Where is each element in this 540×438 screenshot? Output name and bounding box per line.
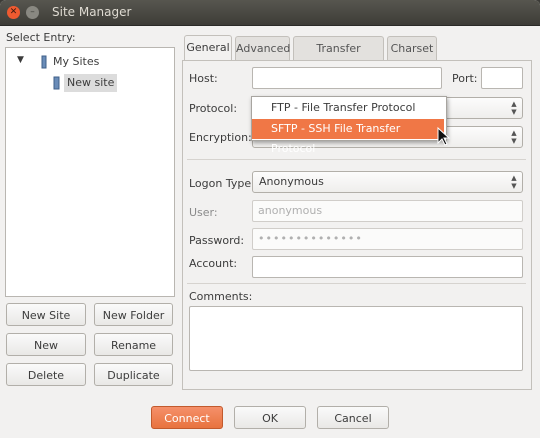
port-label: Port: — [452, 72, 478, 85]
duplicate-button[interactable]: Duplicate — [94, 363, 173, 386]
tab-advanced[interactable]: Advanced — [235, 36, 290, 60]
spin-arrows-icon: ▲ ▼ — [511, 129, 517, 145]
protocol-option-ftp[interactable]: FTP - File Transfer Protocol — [252, 98, 444, 118]
encryption-label: Encryption: — [189, 131, 252, 144]
cancel-button[interactable]: Cancel — [317, 406, 389, 429]
title-bar: ✕ – Site Manager — [0, 0, 540, 26]
host-label: Host: — [189, 72, 218, 85]
tree-item-new-site[interactable]: New site — [64, 74, 118, 92]
rename-button[interactable]: Rename — [94, 333, 173, 356]
tab-general[interactable]: General — [184, 35, 232, 61]
host-input[interactable] — [252, 67, 442, 89]
delete-button[interactable]: Delete — [6, 363, 86, 386]
site-tree[interactable]: ▼ My Sites New site — [5, 47, 175, 297]
expand-arrow-icon[interactable]: ▼ — [17, 55, 24, 65]
separator — [187, 159, 526, 160]
new-folder-button[interactable]: New Folder — [94, 303, 173, 326]
folder-icon — [41, 55, 47, 69]
new-site-button[interactable]: New Site — [6, 303, 86, 326]
select-entry-label: Select Entry: — [6, 31, 76, 44]
password-label: Password: — [189, 234, 245, 247]
site-icon — [53, 76, 60, 90]
protocol-option-sftp[interactable]: SFTP - SSH File Transfer Protocol — [252, 119, 444, 155]
minimize-icon[interactable]: – — [26, 6, 39, 19]
password-input[interactable]: •••••••••••••• — [252, 228, 523, 250]
account-label: Account: — [189, 257, 238, 270]
logon-type-value: Anonymous — [259, 175, 324, 188]
window-title: Site Manager — [52, 5, 132, 19]
tree-root-my-sites[interactable]: My Sites — [53, 55, 99, 68]
site-manager-window: ✕ – Site Manager Select Entry: ▼ My Site… — [0, 0, 540, 438]
logon-type-label: Logon Type: — [189, 177, 255, 190]
spin-arrows-icon: ▲ ▼ — [511, 100, 517, 116]
ok-button[interactable]: OK — [234, 406, 306, 429]
user-input[interactable]: anonymous — [252, 200, 523, 222]
account-input[interactable] — [252, 256, 523, 278]
new-bookmark-button[interactable]: New Bookmark — [6, 333, 86, 375]
user-label: User: — [189, 206, 218, 219]
spin-arrows-icon: ▲ ▼ — [511, 174, 517, 190]
connect-button[interactable]: Connect — [151, 406, 223, 429]
tab-transfer-settings[interactable]: Transfer Settings — [293, 36, 384, 79]
tab-charset[interactable]: Charset — [387, 36, 437, 60]
protocol-label: Protocol: — [189, 102, 238, 115]
comments-textarea[interactable] — [189, 306, 523, 371]
logon-type-select[interactable]: Anonymous ▲ ▼ — [252, 171, 523, 193]
separator — [187, 283, 526, 284]
protocol-dropdown-menu: FTP - File Transfer Protocol SFTP - SSH … — [251, 96, 447, 155]
port-input[interactable] — [481, 67, 523, 89]
mouse-cursor-icon — [437, 127, 451, 146]
comments-label: Comments: — [189, 290, 253, 303]
close-icon[interactable]: ✕ — [7, 6, 20, 19]
